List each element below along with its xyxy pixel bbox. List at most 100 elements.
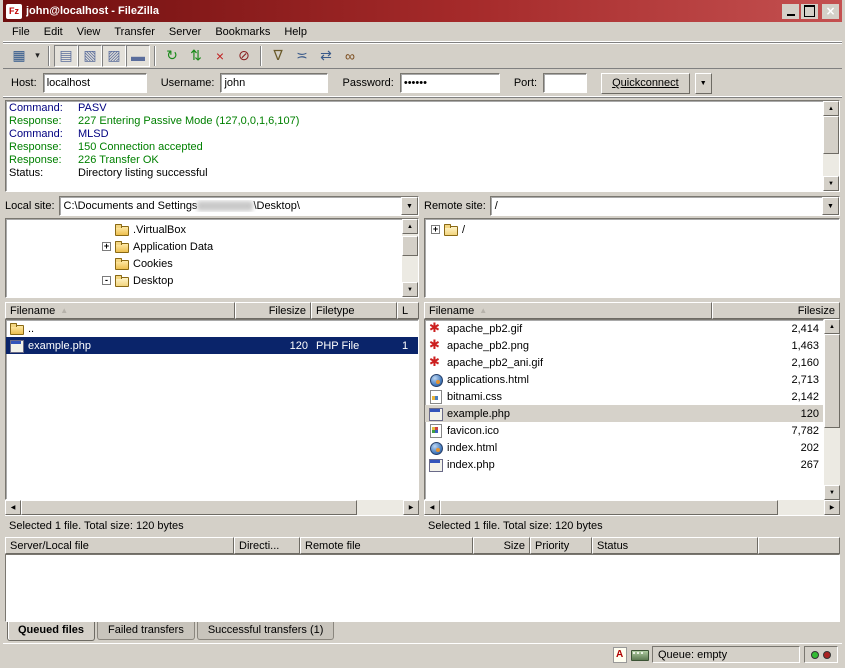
local-column-header-filename[interactable]: Filename▲ [5,302,235,319]
local-column-header-l[interactable]: L [397,302,419,319]
username-input[interactable] [220,73,328,93]
file-row[interactable]: favicon.ico7,782 [425,422,823,439]
minimize-button[interactable] [782,4,799,19]
refresh-icon[interactable]: ↻ [160,45,184,67]
remote-list-scrollbar[interactable]: ▲ ▼ [824,319,840,500]
tree-item-virtualbox[interactable]: .VirtualBox [6,221,402,238]
quickconnect-dropdown-icon[interactable]: ▼ [695,73,712,94]
cancel-icon[interactable]: × [208,45,232,67]
remote-tree-toggle-icon[interactable]: ▨ [102,45,126,67]
expand-icon[interactable]: + [102,242,111,251]
file-row[interactable]: example.php120 [425,405,823,422]
menu-transfer[interactable]: Transfer [107,24,162,40]
scrollbar-track[interactable] [402,234,418,282]
filter-icon[interactable]: ∇ [266,45,290,67]
expand-icon[interactable]: + [431,225,440,234]
scroll-right-icon[interactable]: ▶ [824,500,840,515]
tab-failed-transfers[interactable]: Failed transfers [97,622,195,640]
close-button[interactable] [822,4,839,19]
queue-column-header-server-local-file[interactable]: Server/Local file [5,537,234,554]
scroll-down-icon[interactable]: ▼ [402,282,418,297]
sync-browse-icon[interactable]: ⇄ [314,45,338,67]
port-input[interactable] [543,73,587,93]
host-input[interactable] [43,73,147,93]
local-site-combobox[interactable]: C:\Documents and Settings\Desktop\ ▼ [59,196,419,216]
file-row[interactable]: apache_pb2_ani.gif2,160 [425,354,823,371]
scroll-down-icon[interactable]: ▼ [823,176,839,191]
tree-item-desktop[interactable]: -Desktop [6,272,402,289]
file-row[interactable]: index.html202 [425,439,823,456]
ascii-transfer-icon[interactable] [611,647,628,662]
file-row[interactable]: bitnami.css2,142 [425,388,823,405]
queue-column-header-size[interactable]: Size [473,537,530,554]
title-bar[interactable]: john@localhost - FileZilla [3,0,842,22]
queue-column-header-priority[interactable]: Priority [530,537,592,554]
remote-horizontal-scrollbar[interactable]: ◀ ▶ [424,500,840,515]
menu-bookmarks[interactable]: Bookmarks [208,24,277,40]
remote-column-header-filename[interactable]: Filename▲ [424,302,712,319]
queue-body[interactable] [5,554,840,622]
scroll-up-icon[interactable]: ▲ [823,101,839,116]
site-manager-icon[interactable]: ▦ [7,45,31,67]
quickconnect-button[interactable]: Quickconnect [601,73,690,94]
keyboard-icon[interactable] [631,647,648,662]
scroll-up-icon[interactable]: ▲ [824,319,840,334]
disconnect-icon[interactable]: ⊘ [232,45,256,67]
chevron-down-icon[interactable]: ▼ [822,197,839,215]
menu-view[interactable]: View [70,24,108,40]
file-row[interactable]: applications.html2,713 [425,371,823,388]
process-queue-icon[interactable]: ⇅ [184,45,208,67]
collapse-icon[interactable]: - [102,276,111,285]
compare-icon[interactable]: ≍ [290,45,314,67]
scrollbar-thumb[interactable] [21,500,357,515]
message-log-toggle-icon[interactable]: ▤ [54,45,78,67]
password-input[interactable] [400,73,500,93]
scroll-left-icon[interactable]: ◀ [5,500,21,515]
queue-column-header-directi[interactable]: Directi... [234,537,300,554]
local-horizontal-scrollbar[interactable]: ◀ ▶ [5,500,419,515]
scrollbar-thumb[interactable] [823,116,839,154]
file-row[interactable]: index.php267 [425,456,823,473]
scrollbar-track[interactable] [21,500,403,515]
maximize-button[interactable] [801,4,818,19]
menu-file[interactable]: File [5,24,37,40]
find-icon[interactable]: ∞ [338,45,362,67]
local-tree-scrollbar[interactable]: ▲ ▼ [402,219,418,297]
remote-site-combobox[interactable]: / ▼ [490,196,840,216]
queue-column-header-status[interactable]: Status [592,537,758,554]
activity-led-green [811,651,819,659]
menu-server[interactable]: Server [162,24,208,40]
log-line-text: 150 Connection accepted [78,141,203,154]
scrollbar-track[interactable] [824,334,840,485]
scroll-up-icon[interactable]: ▲ [402,219,418,234]
menu-edit[interactable]: Edit [37,24,70,40]
file-row[interactable]: .. [6,320,418,337]
local-tree-toggle-icon[interactable]: ▧ [78,45,102,67]
local-column-header-filesize[interactable]: Filesize [235,302,311,319]
tree-item-cookies[interactable]: Cookies [6,255,402,272]
site-manager-dropdown-icon[interactable]: ▾ [31,45,44,67]
file-row[interactable]: apache_pb2.gif2,414 [425,320,823,337]
local-column-header-filetype[interactable]: Filetype [311,302,397,319]
scrollbar-track[interactable] [440,500,824,515]
scrollbar-thumb[interactable] [402,236,418,256]
remote-column-header-filesize[interactable]: Filesize [712,302,840,319]
tree-item-item[interactable]: +/ [425,221,839,238]
queue-column-header-remote-file[interactable]: Remote file [300,537,473,554]
scrollbar-thumb[interactable] [824,334,840,428]
queue-toggle-icon[interactable]: ▬ [126,45,150,67]
scrollbar-track[interactable] [823,116,839,176]
tree-item-application-data[interactable]: +Application Data [6,238,402,255]
tab-queued-files[interactable]: Queued files [7,622,95,641]
log-line-text: PASV [78,102,107,115]
chevron-down-icon[interactable]: ▼ [401,197,418,215]
scroll-left-icon[interactable]: ◀ [424,500,440,515]
file-row[interactable]: example.php120PHP File1 [6,337,418,354]
scrollbar-thumb[interactable] [440,500,778,515]
menu-help[interactable]: Help [277,24,314,40]
scroll-down-icon[interactable]: ▼ [824,485,840,500]
scroll-right-icon[interactable]: ▶ [403,500,419,515]
message-log-scrollbar[interactable]: ▲ ▼ [823,101,839,191]
tab-successful-transfers-1[interactable]: Successful transfers (1) [197,622,335,640]
file-row[interactable]: apache_pb2.png1,463 [425,337,823,354]
